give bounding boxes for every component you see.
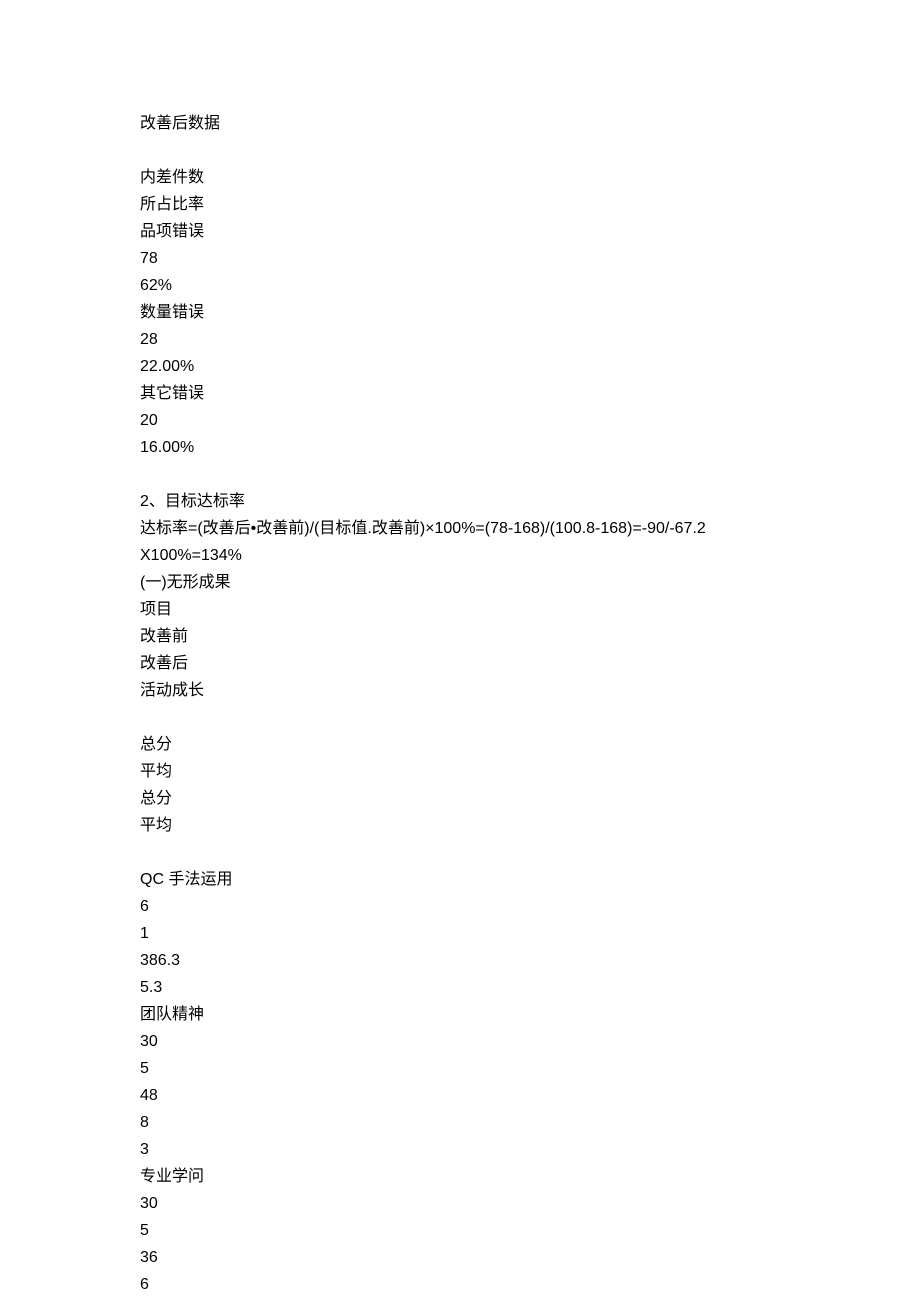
text-line: 62%: [140, 272, 920, 299]
text-line: 项目: [140, 596, 920, 623]
text-line: 改善后: [140, 650, 920, 677]
text-line: 5: [140, 1055, 920, 1082]
text-line: 2、目标达标率: [140, 488, 920, 515]
text-line: 22.00%: [140, 353, 920, 380]
text-line: 28: [140, 326, 920, 353]
section-target-rate: 2、目标达标率 达标率=(改善后•改善前)/(目标值.改善前)×100%=(78…: [140, 488, 920, 704]
text-line: (一)无形成果: [140, 569, 920, 596]
text-line: QC 手法运用: [140, 866, 920, 893]
document-page: 改善后数据 内差件数 所占比率 品项错误 78 62% 数量错误 28 22.0…: [0, 0, 920, 1301]
text-line: 8: [140, 1109, 920, 1136]
text-line: 总分: [140, 731, 920, 758]
text-line: 1: [140, 920, 920, 947]
text-line: 品项错误: [140, 218, 920, 245]
text-line: 3: [140, 1136, 920, 1163]
text-line: 30: [140, 1028, 920, 1055]
text-line: 达标率=(改善后•改善前)/(目标值.改善前)×100%=(78-168)/(1…: [140, 515, 920, 542]
text-line: 5.3: [140, 974, 920, 1001]
text-line: 平均: [140, 758, 920, 785]
text-line: 36: [140, 1244, 920, 1271]
text-line: 16.00%: [140, 434, 920, 461]
text-line: 平均: [140, 812, 920, 839]
text-line: 386.3: [140, 947, 920, 974]
text-line: 30: [140, 1190, 920, 1217]
text-line: 总分: [140, 785, 920, 812]
text-line: 6: [140, 1271, 920, 1298]
text-line: 所占比率: [140, 191, 920, 218]
page-title: 改善后数据: [140, 110, 920, 137]
text-line: 改善前: [140, 623, 920, 650]
text-line: 数量错误: [140, 299, 920, 326]
text-line: 5: [140, 1217, 920, 1244]
text-line: X100%=134%: [140, 542, 920, 569]
text-line: 48: [140, 1082, 920, 1109]
text-line: 6: [140, 893, 920, 920]
text-line: 专业学问: [140, 1163, 920, 1190]
text-line: 78: [140, 245, 920, 272]
section-score-headers: 总分 平均 总分 平均: [140, 731, 920, 839]
text-line: 活动成长: [140, 677, 920, 704]
text-line: 团队精神: [140, 1001, 920, 1028]
title-block: 改善后数据: [140, 110, 920, 137]
section-improved-data: 内差件数 所占比率 品项错误 78 62% 数量错误 28 22.00% 其它错…: [140, 164, 920, 461]
section-score-values: QC 手法运用 6 1 386.3 5.3 团队精神 30 5 48 8 3 专…: [140, 866, 920, 1298]
text-line: 内差件数: [140, 164, 920, 191]
text-line: 其它错误: [140, 380, 920, 407]
text-line: 20: [140, 407, 920, 434]
